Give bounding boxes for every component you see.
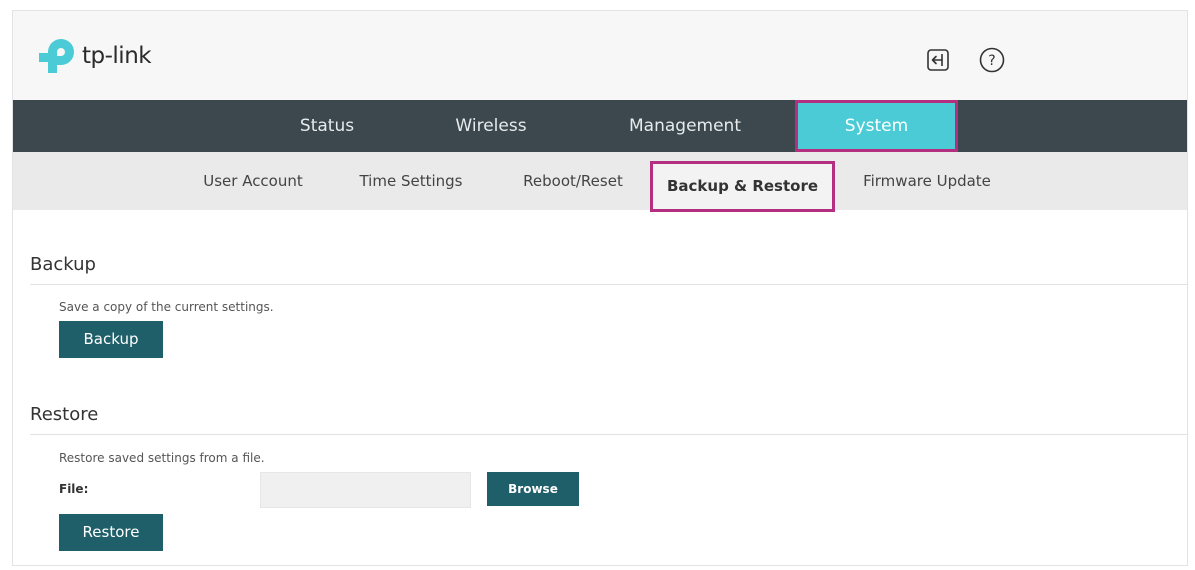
tp-link-logo-icon [39,39,74,73]
svg-text:?: ? [988,53,995,69]
restore-description: Restore saved settings from a file. [59,451,265,465]
tab-management[interactable]: Management [611,100,759,152]
subtab-user-account[interactable]: User Account [193,152,313,210]
restore-section-title: Restore [30,404,99,425]
subtab-reboot-reset[interactable]: Reboot/Reset [513,152,633,210]
app-frame: tp-link ? Status Wireless Management Sys… [12,10,1188,566]
backup-divider [30,284,1187,285]
backup-button[interactable]: Backup [59,321,163,358]
file-path-field[interactable] [260,472,471,508]
tab-status[interactable]: Status [279,100,375,152]
logout-icon[interactable] [925,47,951,73]
main-nav: Status Wireless Management System [13,100,1187,152]
sub-nav: User Account Time Settings Reboot/Reset … [13,152,1187,212]
file-label: File: [59,482,89,496]
tab-wireless[interactable]: Wireless [433,100,549,152]
help-icon[interactable]: ? [979,47,1005,73]
backup-description: Save a copy of the current settings. [59,300,274,314]
subtab-time-settings[interactable]: Time Settings [351,152,471,210]
restore-divider [30,434,1187,435]
subtab-backup-restore[interactable]: Backup & Restore [650,161,835,212]
brand-logo: tp-link [39,37,152,75]
header-bar: tp-link ? [13,11,1187,100]
restore-button[interactable]: Restore [59,514,163,551]
tab-system[interactable]: System [795,100,958,152]
subtab-firmware-update[interactable]: Firmware Update [853,152,1001,210]
browse-button[interactable]: Browse [487,472,579,506]
backup-section-title: Backup [30,254,96,275]
brand-name: tp-link [82,43,152,69]
